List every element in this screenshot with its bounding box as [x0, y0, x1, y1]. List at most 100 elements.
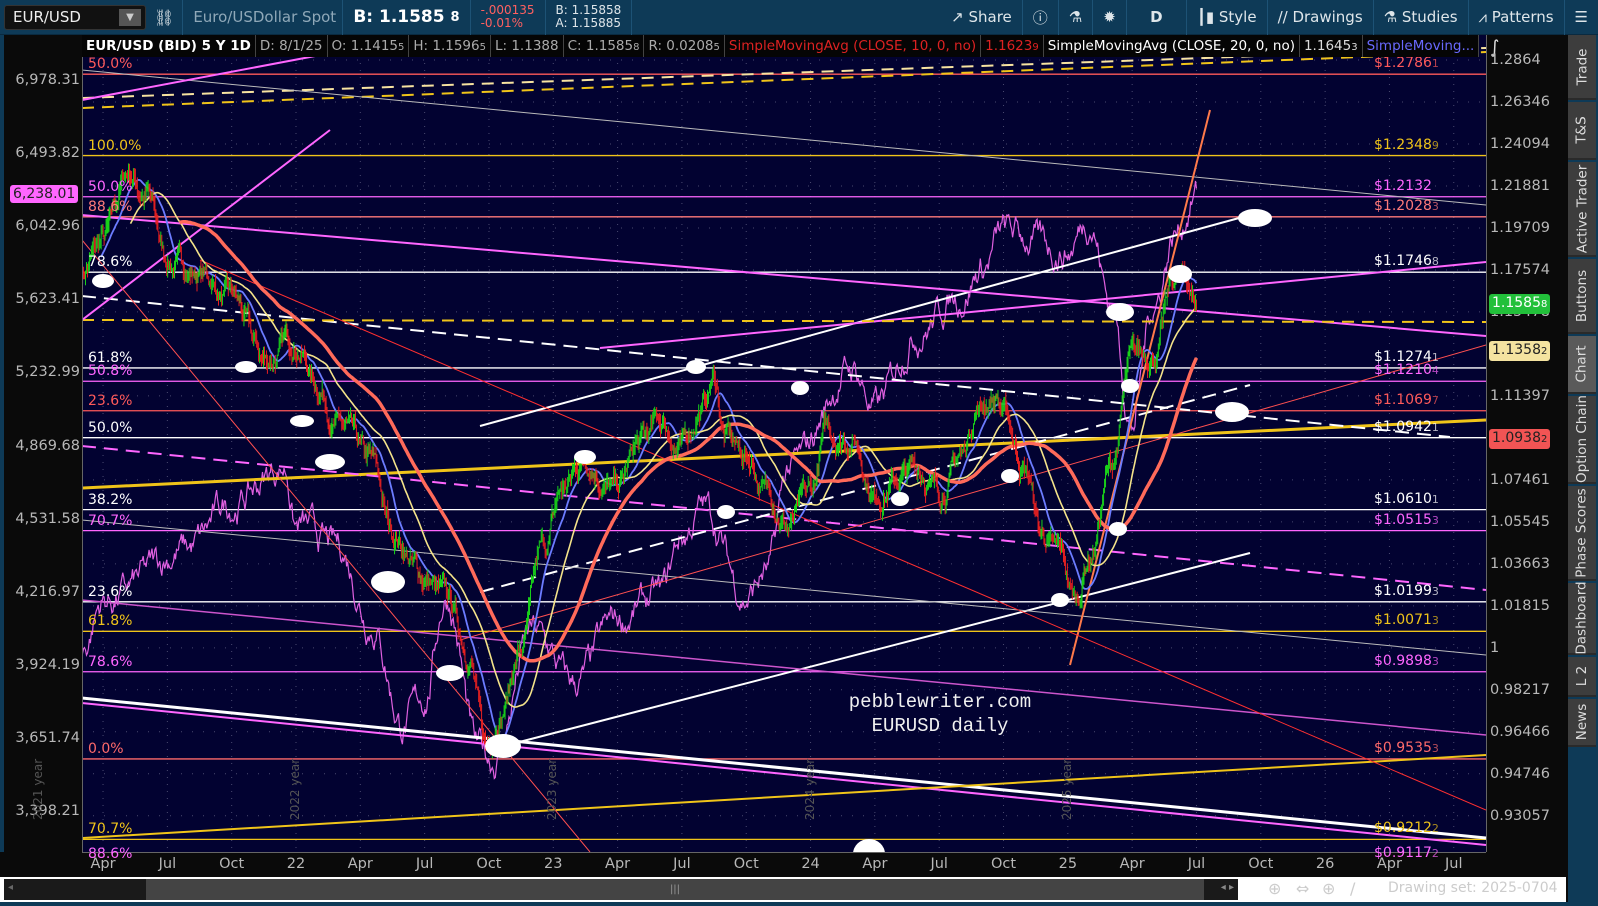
pivot-marker — [1106, 303, 1134, 321]
left-axis-label: 4,531.58 — [15, 510, 80, 527]
fib-level-percent: 0.0% — [88, 740, 124, 757]
sma-50-line — [129, 191, 1198, 708]
pivot-marker — [574, 450, 596, 464]
scroll-left-icon[interactable]: ◂ — [8, 882, 13, 893]
side-tabs: Trade T&S Active Trader Buttons Chart Option … — [1568, 35, 1598, 906]
fib-level-price: $1.23489 — [1374, 136, 1439, 153]
chart-header: EUR/USD (BID) 5 Y 1D D: 8/1/25 O: 1.1415… — [82, 35, 1480, 57]
fib-level-price: $1.09421 — [1374, 418, 1439, 435]
fib-level-percent: 100.0% — [88, 137, 142, 154]
price-axis-label: 1.17574 — [1490, 261, 1550, 278]
pivot-marker — [717, 505, 735, 519]
time-axis-label: 26 — [1315, 856, 1335, 872]
price-badge: 1.15858 — [1489, 294, 1551, 315]
price-axis-label: 1.2864 — [1490, 52, 1541, 68]
bar-high: H: 1.15965 — [409, 35, 491, 57]
time-axis-label: Oct — [476, 856, 502, 872]
tab-news[interactable]: News — [1568, 699, 1596, 747]
tab-t-s[interactable]: T&S — [1568, 102, 1596, 160]
time-axis-label: Oct — [1248, 856, 1274, 872]
trendline — [83, 519, 1486, 656]
drawing-set[interactable]: Drawing set: 2025-0704 — [1388, 880, 1558, 896]
watermark-site: pebblewriter.com — [848, 691, 1032, 713]
time-axis-label: Jul — [673, 856, 691, 872]
left-axis-label: 4,216.97 — [15, 583, 80, 600]
year-marker: 2025 year — [1059, 758, 1074, 820]
fib-level-price: $1.05153 — [1374, 511, 1439, 528]
trendline — [83, 240, 591, 852]
time-axis-label: Apr — [862, 856, 888, 872]
fib-level-percent: 70.7% — [88, 512, 133, 529]
time-axis-label: Jul — [1445, 856, 1463, 872]
time-axis-label: 23 — [544, 856, 563, 872]
trendline — [83, 319, 1486, 323]
price-axis-label: 0.93057 — [1490, 807, 1550, 824]
tab-l-2[interactable]: L 2 — [1568, 657, 1596, 697]
pivot-marker — [1238, 209, 1272, 227]
tab-option-chain[interactable]: Option Chain — [1568, 395, 1596, 484]
crosshair-icon[interactable]: ⊕ — [1322, 879, 1335, 898]
drawing-icon[interactable]: / — [1350, 879, 1355, 898]
time-axis-label: 22 — [286, 856, 306, 872]
price-axis-label: 0.94746 — [1490, 765, 1550, 782]
tab-phase-scores[interactable]: Phase Scores — [1568, 486, 1596, 581]
time-axis-label: Apr — [347, 856, 373, 872]
left-axis-label: 6,493.82 — [15, 145, 80, 162]
price-axis-label: 1.01815 — [1490, 597, 1550, 614]
pivot-marker — [1051, 593, 1069, 607]
bar-low: L: 1.1388 — [491, 35, 564, 57]
pan-icon[interactable]: ⇔ — [1296, 879, 1309, 898]
study-sma20-value: 1.16453 — [1300, 35, 1363, 57]
fib-level-percent: 78.6% — [88, 653, 133, 670]
fib-level-price: $1.10697 — [1374, 391, 1439, 408]
pivot-marker — [290, 415, 314, 427]
bar-date: D: 8/1/25 — [256, 35, 328, 57]
time-axis-label: Apr — [1119, 856, 1145, 872]
fib-level-price: $0.95353 — [1374, 739, 1439, 756]
tab-chart[interactable]: Chart — [1568, 336, 1596, 394]
tab-trade[interactable]: Trade — [1568, 35, 1596, 100]
chart-title: EUR/USD (BID) 5 Y 1D — [82, 35, 256, 57]
fib-level-percent: 50.0% — [88, 56, 133, 73]
horizontal-scrollbar[interactable]: ◂ ||| ◂ ▸ — [4, 879, 1238, 900]
year-marker: 2024 year — [802, 758, 817, 820]
price-axis-label: 1 — [1490, 639, 1500, 656]
trendline — [83, 599, 1486, 736]
pivot-marker — [791, 381, 809, 395]
trendline — [83, 69, 1486, 206]
price-axis-label: 1.05545 — [1490, 513, 1550, 530]
fib-level-percent: 50.0% — [88, 419, 133, 436]
time-axis-label: 24 — [801, 856, 820, 872]
left-axis-label: 5,623.41 — [15, 291, 80, 308]
fib-level-percent: 50.0% — [88, 178, 133, 195]
tab-buttons[interactable]: Buttons — [1568, 259, 1596, 334]
tab-active-trader[interactable]: Active Trader — [1568, 162, 1596, 257]
pivot-marker — [891, 492, 909, 506]
study-sma10-value: 1.16239 — [981, 35, 1044, 57]
watermark: pebblewriter.com EURUSD daily — [820, 690, 1060, 738]
bottom-border — [0, 902, 1598, 906]
study-sma10[interactable]: SimpleMovingAvg (CLOSE, 10, 0, no) — [725, 35, 982, 57]
time-axis-label: Jul — [415, 856, 434, 872]
pivot-marker — [235, 361, 257, 373]
study-sma3[interactable]: SimpleMoving... — [1363, 35, 1480, 57]
tab-dashboard[interactable]: Dashboard — [1568, 581, 1596, 655]
scroll-arrows-icon[interactable]: ◂ ▸ — [1221, 882, 1234, 893]
trendline — [83, 129, 331, 321]
price-axis-label: 1.24094 — [1490, 135, 1550, 152]
zoom-icon[interactable]: ⊕ — [1268, 879, 1281, 898]
fib-level-percent: 23.6% — [88, 392, 133, 409]
fib-level-price: $1.12104 — [1374, 362, 1439, 379]
year-marker: 2022 year — [288, 758, 302, 820]
chart-plot — [83, 35, 1486, 852]
left-axis-label: 5,232.99 — [15, 364, 80, 381]
left-axis-label: 3,651.74 — [15, 729, 80, 746]
trendline — [599, 261, 1486, 349]
pivot-marker — [1168, 265, 1192, 283]
time-axis-label: Oct — [990, 856, 1017, 872]
fib-level-percent: 78.6% — [88, 254, 133, 271]
pivot-marker — [436, 665, 464, 681]
study-sma20[interactable]: SimpleMovingAvg (CLOSE, 20, 0, no) — [1044, 35, 1300, 57]
price-axis-label: 0.96466 — [1490, 723, 1550, 740]
scroll-thumb[interactable]: ||| — [146, 879, 1204, 900]
